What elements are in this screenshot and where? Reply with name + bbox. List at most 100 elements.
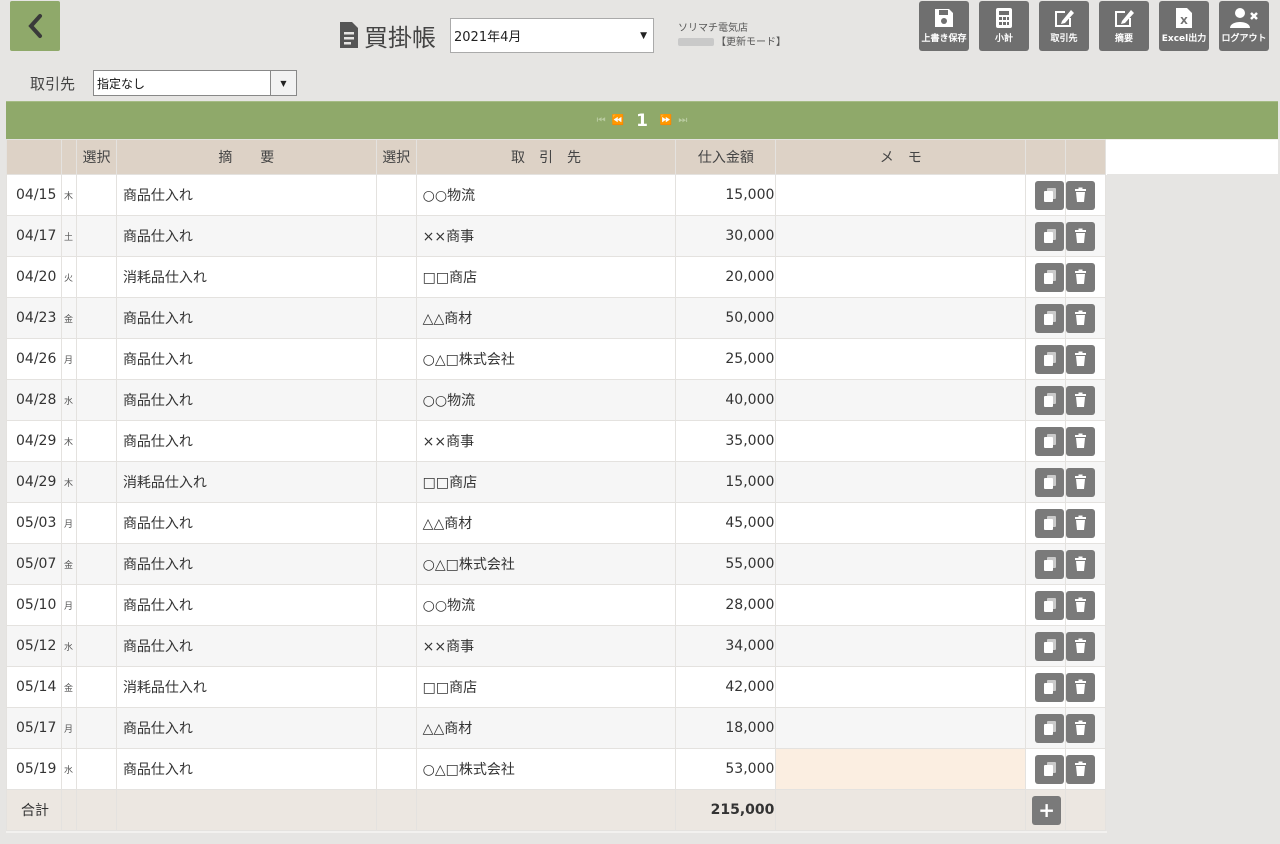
table-row[interactable]: 05/12 水商品仕入れ ××商事 34,000 bbox=[6, 625, 1278, 667]
select-cell[interactable] bbox=[375, 666, 417, 708]
delete-button[interactable] bbox=[1066, 426, 1096, 456]
amount-cell[interactable]: 18,000 bbox=[675, 707, 777, 749]
caret-down-icon[interactable]: ▼ bbox=[270, 71, 296, 95]
select-cell[interactable] bbox=[375, 297, 417, 339]
description-cell[interactable]: 商品仕入れ bbox=[115, 215, 377, 257]
amount-cell[interactable]: 28,000 bbox=[675, 584, 777, 626]
select-cell[interactable] bbox=[75, 379, 117, 421]
copy-button[interactable] bbox=[1035, 672, 1065, 702]
vendor-cell[interactable]: □□商店 bbox=[415, 666, 677, 708]
amount-cell[interactable]: 50,000 bbox=[675, 297, 777, 339]
select-cell[interactable] bbox=[75, 543, 117, 585]
vendor-cell[interactable]: □□商店 bbox=[415, 256, 677, 298]
memo-cell[interactable] bbox=[775, 174, 1027, 216]
amount-cell[interactable]: 25,000 bbox=[675, 338, 777, 380]
vendor-cell[interactable]: ××商事 bbox=[415, 215, 677, 257]
first-page-icon[interactable]: ⏮ bbox=[597, 115, 606, 126]
memo-cell[interactable] bbox=[775, 461, 1027, 503]
description-cell[interactable]: 商品仕入れ bbox=[115, 174, 377, 216]
amount-cell[interactable]: 20,000 bbox=[675, 256, 777, 298]
select-cell[interactable] bbox=[75, 707, 117, 749]
select-cell[interactable] bbox=[75, 256, 117, 298]
description-cell[interactable]: 消耗品仕入れ bbox=[115, 256, 377, 298]
summary-button[interactable]: 摘要 bbox=[1099, 1, 1149, 51]
select-cell[interactable] bbox=[375, 625, 417, 667]
delete-button[interactable] bbox=[1066, 508, 1096, 538]
delete-button[interactable] bbox=[1066, 303, 1096, 333]
delete-button[interactable] bbox=[1066, 467, 1096, 497]
description-cell[interactable]: 商品仕入れ bbox=[115, 379, 377, 421]
delete-button[interactable] bbox=[1066, 590, 1096, 620]
amount-cell[interactable]: 15,000 bbox=[675, 174, 777, 216]
select-cell[interactable] bbox=[75, 748, 117, 790]
select-cell[interactable] bbox=[375, 174, 417, 216]
amount-cell[interactable]: 34,000 bbox=[675, 625, 777, 667]
copy-button[interactable] bbox=[1035, 549, 1065, 579]
description-cell[interactable]: 消耗品仕入れ bbox=[115, 461, 377, 503]
description-cell[interactable]: 商品仕入れ bbox=[115, 584, 377, 626]
select-cell[interactable] bbox=[75, 584, 117, 626]
month-select[interactable]: 2021年4月 ▼ bbox=[450, 18, 654, 53]
amount-cell[interactable]: 35,000 bbox=[675, 420, 777, 462]
table-row[interactable]: 04/29 木商品仕入れ ××商事 35,000 bbox=[6, 420, 1278, 462]
select-cell[interactable] bbox=[75, 625, 117, 667]
vendor-cell[interactable]: △△商材 bbox=[415, 707, 677, 749]
vendor-cell[interactable]: △△商材 bbox=[415, 297, 677, 339]
select-cell[interactable] bbox=[375, 420, 417, 462]
select-cell[interactable] bbox=[375, 215, 417, 257]
delete-button[interactable] bbox=[1066, 713, 1096, 743]
copy-button[interactable] bbox=[1035, 590, 1065, 620]
memo-cell[interactable] bbox=[775, 379, 1027, 421]
vendor-cell[interactable]: △△商材 bbox=[415, 502, 677, 544]
copy-button[interactable] bbox=[1035, 467, 1065, 497]
select-cell[interactable] bbox=[375, 461, 417, 503]
delete-button[interactable] bbox=[1066, 672, 1096, 702]
description-cell[interactable]: 商品仕入れ bbox=[115, 502, 377, 544]
back-button[interactable] bbox=[10, 1, 60, 51]
copy-button[interactable] bbox=[1035, 631, 1065, 661]
memo-cell[interactable] bbox=[775, 748, 1027, 790]
delete-button[interactable] bbox=[1066, 754, 1096, 784]
description-cell[interactable]: 商品仕入れ bbox=[115, 625, 377, 667]
copy-button[interactable] bbox=[1035, 180, 1065, 210]
table-row[interactable]: 05/03 月商品仕入れ △△商材 45,000 bbox=[6, 502, 1278, 544]
delete-button[interactable] bbox=[1066, 549, 1096, 579]
table-row[interactable]: 04/23 金商品仕入れ △△商材 50,000 bbox=[6, 297, 1278, 339]
logout-button[interactable]: ログアウト bbox=[1219, 1, 1269, 51]
copy-button[interactable] bbox=[1035, 754, 1065, 784]
memo-cell[interactable] bbox=[775, 707, 1027, 749]
description-cell[interactable]: 消耗品仕入れ bbox=[115, 666, 377, 708]
vendor-cell[interactable]: □□商店 bbox=[415, 461, 677, 503]
table-row[interactable]: 04/17 土商品仕入れ ××商事 30,000 bbox=[6, 215, 1278, 257]
memo-cell[interactable] bbox=[775, 215, 1027, 257]
description-cell[interactable]: 商品仕入れ bbox=[115, 748, 377, 790]
select-cell[interactable] bbox=[375, 256, 417, 298]
vendor-cell[interactable]: ○△□株式会社 bbox=[415, 543, 677, 585]
table-row[interactable]: 04/26 月商品仕入れ ○△□株式会社 25,000 bbox=[6, 338, 1278, 380]
select-cell[interactable] bbox=[75, 174, 117, 216]
amount-cell[interactable]: 42,000 bbox=[675, 666, 777, 708]
copy-button[interactable] bbox=[1035, 713, 1065, 743]
memo-cell[interactable] bbox=[775, 666, 1027, 708]
copy-button[interactable] bbox=[1035, 508, 1065, 538]
vendor-cell[interactable]: ○○物流 bbox=[415, 379, 677, 421]
delete-button[interactable] bbox=[1066, 180, 1096, 210]
excel-button[interactable]: X Excel出力 bbox=[1159, 1, 1209, 51]
select-cell[interactable] bbox=[375, 707, 417, 749]
amount-cell[interactable]: 55,000 bbox=[675, 543, 777, 585]
vendor-cell[interactable]: ○○物流 bbox=[415, 584, 677, 626]
memo-cell[interactable] bbox=[775, 625, 1027, 667]
table-row[interactable]: 05/17 月商品仕入れ △△商材 18,000 bbox=[6, 707, 1278, 749]
table-row[interactable]: 04/20 火消耗品仕入れ □□商店 20,000 bbox=[6, 256, 1278, 298]
table-row[interactable]: 04/29 木消耗品仕入れ □□商店 15,000 bbox=[6, 461, 1278, 503]
description-cell[interactable]: 商品仕入れ bbox=[115, 338, 377, 380]
vendor-cell[interactable]: ○△□株式会社 bbox=[415, 748, 677, 790]
memo-cell[interactable] bbox=[775, 338, 1027, 380]
select-cell[interactable] bbox=[375, 338, 417, 380]
delete-button[interactable] bbox=[1066, 262, 1096, 292]
table-row[interactable]: 04/15 木商品仕入れ ○○物流 15,000 bbox=[6, 174, 1278, 216]
vendor-cell[interactable]: ○○物流 bbox=[415, 174, 677, 216]
prev-page-icon[interactable]: ⏪ bbox=[612, 115, 624, 126]
select-cell[interactable] bbox=[75, 215, 117, 257]
amount-cell[interactable]: 30,000 bbox=[675, 215, 777, 257]
